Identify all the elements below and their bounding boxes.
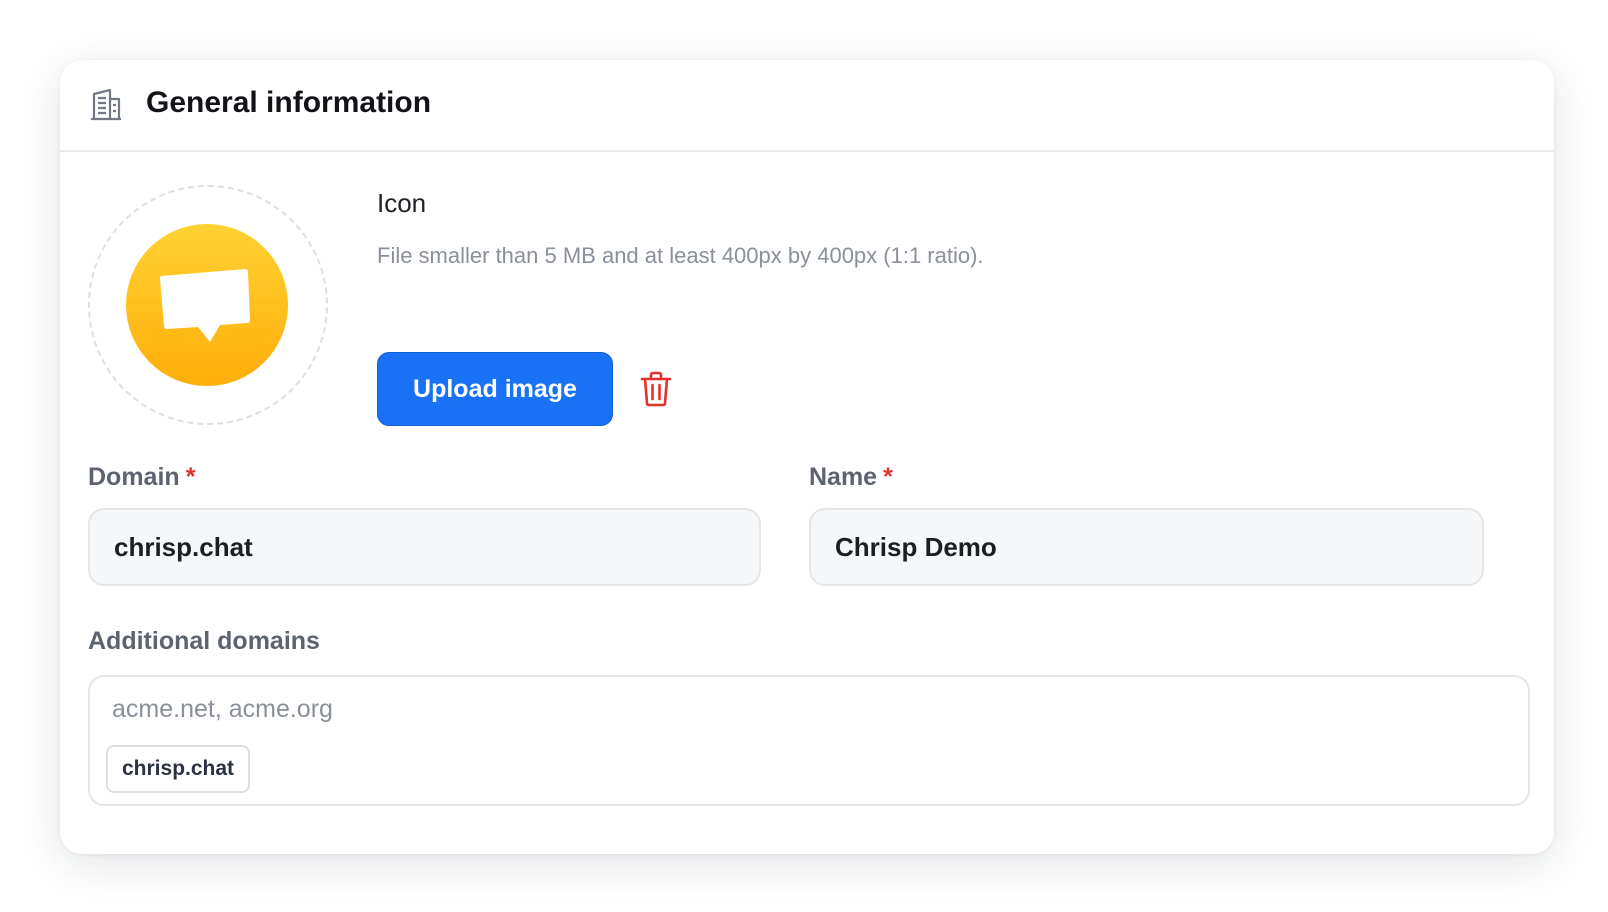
page-title: General information bbox=[146, 86, 432, 119]
chat-bubble-icon bbox=[160, 269, 250, 342]
card-header: General information bbox=[60, 60, 1554, 152]
required-mark: * bbox=[883, 463, 893, 491]
avatar bbox=[126, 224, 288, 386]
domain-label: Domain * bbox=[88, 460, 195, 494]
additional-domains-label: Additional domains bbox=[88, 627, 320, 655]
delete-image-button[interactable] bbox=[638, 370, 674, 408]
additional-domains-field[interactable]: chrisp.chat bbox=[88, 675, 1530, 806]
general-information-card: General information Icon File smaller th… bbox=[60, 60, 1554, 854]
domain-tag[interactable]: chrisp.chat bbox=[106, 745, 251, 793]
icon-hint: File smaller than 5 MB and at least 400p… bbox=[377, 243, 984, 268]
name-input[interactable] bbox=[809, 508, 1484, 586]
name-label-text: Name bbox=[809, 463, 878, 491]
trash-icon bbox=[640, 371, 672, 407]
additional-domains-input[interactable] bbox=[112, 689, 1112, 729]
domain-label-text: Domain bbox=[88, 463, 180, 491]
upload-image-button[interactable]: Upload image bbox=[377, 352, 613, 426]
required-mark: * bbox=[185, 463, 196, 491]
domain-input[interactable] bbox=[88, 508, 761, 586]
name-label: Name * bbox=[809, 460, 893, 494]
building-icon bbox=[88, 86, 124, 122]
icon-label: Icon bbox=[377, 188, 427, 218]
